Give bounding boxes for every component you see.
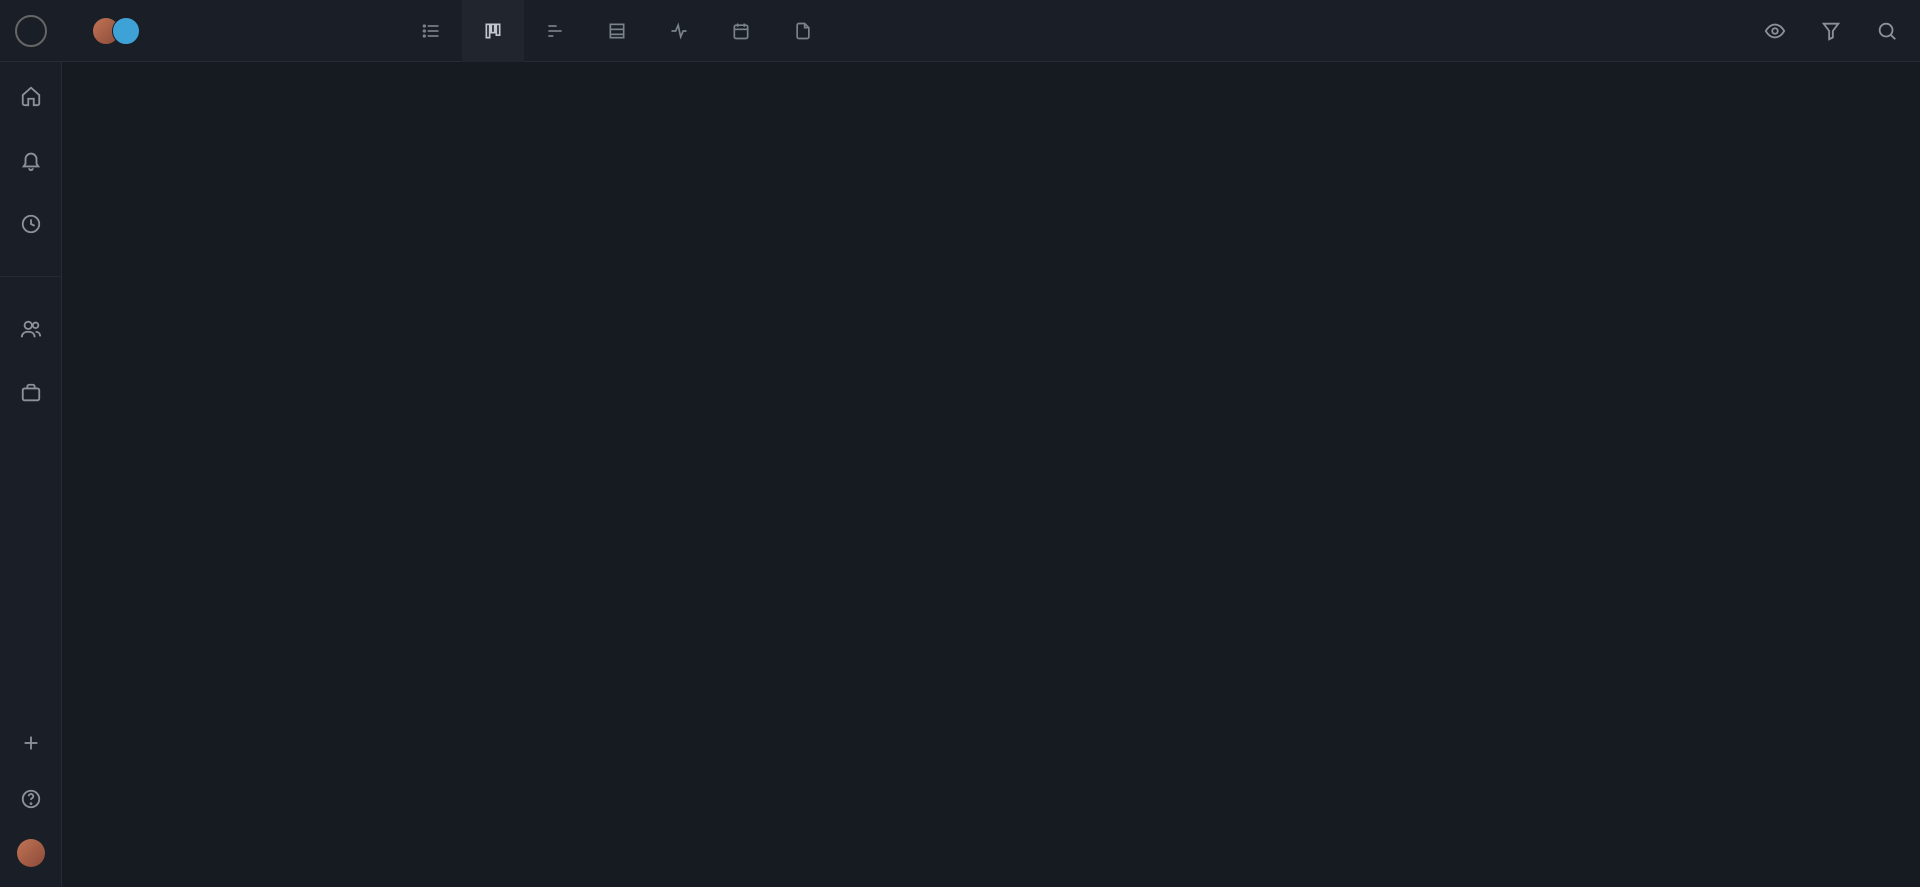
avatar[interactable] <box>112 17 140 45</box>
view-list[interactable] <box>400 0 462 62</box>
visibility-button[interactable] <box>1764 20 1786 42</box>
body <box>0 62 1920 887</box>
plus-icon <box>20 732 42 754</box>
home-icon <box>20 85 42 107</box>
nav-home[interactable] <box>15 80 47 112</box>
top-header <box>0 0 1920 62</box>
filter-icon <box>1820 20 1842 42</box>
app-logo-text <box>15 15 47 47</box>
view-calendar[interactable] <box>710 0 772 62</box>
view-table[interactable] <box>586 0 648 62</box>
search-icon <box>1876 20 1898 42</box>
gantt-icon <box>545 21 565 41</box>
eye-icon <box>1764 20 1786 42</box>
header-right <box>1764 20 1920 42</box>
view-docs[interactable] <box>772 0 834 62</box>
title-section <box>62 17 140 45</box>
help-icon <box>20 788 42 810</box>
calendar-icon <box>731 21 751 41</box>
rail-bottom <box>15 727 47 887</box>
app-logo[interactable] <box>0 0 62 62</box>
nav-help[interactable] <box>15 783 47 815</box>
nav-team[interactable] <box>15 313 47 345</box>
table-icon <box>607 21 627 41</box>
kanban-board[interactable] <box>62 62 1920 887</box>
title-avatars[interactable] <box>100 17 140 45</box>
view-tabs <box>400 0 834 62</box>
nav-notifications[interactable] <box>15 144 47 176</box>
nav-add[interactable] <box>15 727 47 759</box>
doc-icon <box>793 21 813 41</box>
rail-separator <box>0 276 61 277</box>
search-button[interactable] <box>1876 20 1898 42</box>
nav-projects[interactable] <box>15 377 47 409</box>
briefcase-icon <box>20 382 42 404</box>
list-icon <box>421 21 441 41</box>
view-board[interactable] <box>462 0 524 62</box>
view-gantt[interactable] <box>524 0 586 62</box>
side-rail <box>0 62 62 887</box>
bell-icon <box>20 149 42 171</box>
view-activity[interactable] <box>648 0 710 62</box>
filter-button[interactable] <box>1820 20 1842 42</box>
people-icon <box>20 318 42 340</box>
board-icon <box>483 21 503 41</box>
nav-recent[interactable] <box>15 208 47 240</box>
clock-icon <box>20 213 42 235</box>
user-avatar[interactable] <box>17 839 45 867</box>
activity-icon <box>669 21 689 41</box>
